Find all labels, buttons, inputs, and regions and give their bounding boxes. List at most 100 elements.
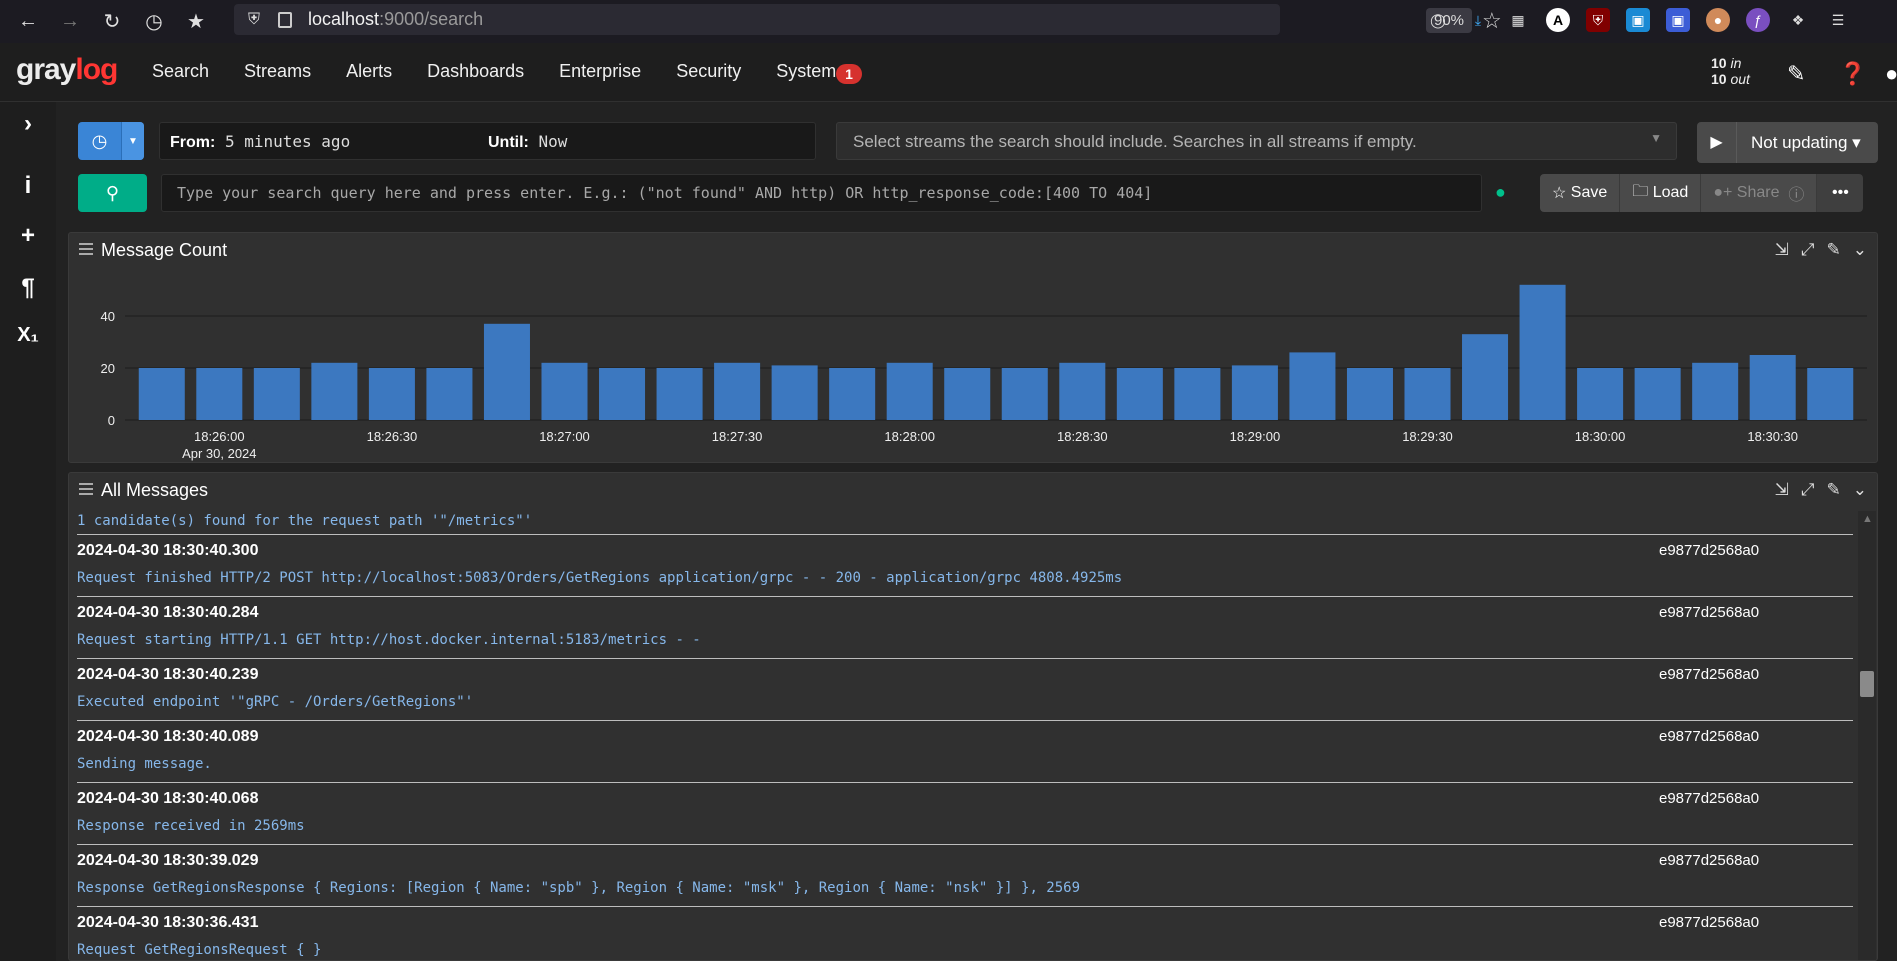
message-text[interactable]: Response received in 2569ms — [77, 818, 305, 834]
x-tick-label: 18:29:30 — [1402, 429, 1453, 444]
y-tick-label: 40 — [101, 309, 115, 324]
question-circle-icon: ⓘ — [1788, 187, 1805, 204]
paragraph-icon[interactable]: ¶ — [14, 274, 42, 302]
nav-security[interactable]: Security — [676, 61, 741, 82]
compress-icon[interactable]: ⇲ — [1775, 240, 1789, 260]
save-extension-icon[interactable]: ▣ — [1626, 8, 1650, 32]
account-a-icon[interactable]: A — [1546, 8, 1570, 32]
scroll-up-icon[interactable]: ▲ — [1862, 513, 1873, 525]
caret-down-icon[interactable]: ▼ — [122, 122, 144, 160]
streams-select[interactable]: Select streams the search should include… — [836, 122, 1677, 160]
reader-view-icon[interactable]: ▦ — [1506, 8, 1530, 32]
menu-icon[interactable]: ☰ — [1826, 8, 1850, 32]
message-text[interactable]: Request finished HTTP/2 POST http://loca… — [77, 570, 1122, 586]
message-row[interactable]: 2024-04-30 18:30:40.284 e9877d2568a0 Reque… — [77, 597, 1853, 659]
message-row[interactable]: 2024-04-30 18:30:40.300 e9877d2568a0 Reque… — [77, 535, 1853, 597]
play-icon[interactable]: ▶ — [1697, 122, 1737, 163]
message-row[interactable]: 2024-04-30 18:30:36.431 e9877d2568a0 Reque… — [77, 907, 1853, 960]
plus-icon[interactable]: + — [14, 222, 42, 250]
pocket-icon[interactable]: ◯ — [1426, 8, 1450, 32]
notification-badge[interactable]: 1 — [836, 64, 862, 84]
script-extension-icon[interactable]: ƒ — [1746, 8, 1770, 32]
chart-bar — [1634, 368, 1681, 420]
drag-handle-icon[interactable] — [79, 483, 93, 498]
compress-icon[interactable]: ⇲ — [1775, 480, 1789, 500]
reload-icon[interactable]: ↻ — [98, 8, 126, 36]
search-button[interactable]: ⚲ — [78, 174, 147, 212]
clock-icon[interactable]: ◷ — [78, 122, 122, 160]
edit-icon[interactable]: ✎ — [1787, 61, 1805, 87]
message-source[interactable]: e9877d2568a0 — [1659, 728, 1759, 745]
floppy-extension-icon[interactable]: ▣ — [1666, 8, 1690, 32]
time-range-display[interactable]: From: 5 minutes ago Until: Now — [159, 122, 816, 160]
share-button[interactable]: ●+ Share ⓘ — [1701, 174, 1818, 212]
message-source[interactable]: e9877d2568a0 — [1659, 852, 1759, 869]
chevron-down-icon[interactable]: ⌄ — [1853, 240, 1867, 260]
message-row[interactable]: 2024-04-30 18:30:40.068 e9877d2568a0 Respo… — [77, 783, 1853, 845]
all-messages-widget: All Messages ⇲ ⤢ ✎ ⌄ 1 candidate(s) foun… — [68, 472, 1878, 961]
message-text[interactable]: Request GetRegionsRequest { } — [77, 942, 321, 958]
y-tick-label: 20 — [101, 361, 115, 376]
expand-icon[interactable]: ⤢ — [1801, 240, 1815, 260]
chart-bar — [196, 368, 243, 420]
nav-dashboards[interactable]: Dashboards — [427, 61, 524, 82]
message-source[interactable]: e9877d2568a0 — [1659, 604, 1759, 621]
chevron-down-icon[interactable]: ⌄ — [1853, 480, 1867, 500]
user-icon[interactable]: ● — [1885, 61, 1897, 87]
message-source[interactable]: e9877d2568a0 — [1659, 790, 1759, 807]
nav-alerts[interactable]: Alerts — [346, 61, 392, 82]
message-row[interactable]: 2024-04-30 18:30:39.029 e9877d2568a0 Respo… — [77, 845, 1853, 907]
nav-search[interactable]: Search — [152, 61, 209, 82]
message-text[interactable]: Response GetRegionsResponse { Regions: [… — [77, 880, 1080, 896]
expand-icon[interactable]: ⤢ — [1801, 480, 1815, 500]
history-icon[interactable]: ◷ — [140, 8, 168, 36]
scrollbar-thumb[interactable] — [1860, 671, 1874, 697]
help-icon[interactable]: ❓ — [1839, 61, 1866, 87]
throughput-indicator[interactable]: 10 in 10 out — [1711, 55, 1750, 87]
message-row[interactable]: 2024-04-30 18:30:40.089 e9877d2568a0 Sendi… — [77, 721, 1853, 783]
puzzle-icon[interactable]: ❖ — [1786, 8, 1810, 32]
message-row[interactable]: 2024-04-30 18:30:40.239 e9877d2568a0 Execu… — [77, 659, 1853, 721]
load-button[interactable]: 🗀 Load — [1620, 174, 1702, 212]
x-tick-label: 18:27:30 — [712, 429, 763, 444]
edit-icon[interactable]: ✎ — [1827, 240, 1841, 260]
message-source[interactable]: e9877d2568a0 — [1659, 542, 1759, 559]
message-text[interactable]: 1 candidate(s) found for the request pat… — [77, 511, 1853, 535]
info-icon[interactable]: i — [14, 172, 42, 200]
avatar-extension-icon[interactable]: ● — [1706, 8, 1730, 32]
message-timestamp: 2024-04-30 18:30:40.239 — [77, 666, 259, 683]
message-source[interactable]: e9877d2568a0 — [1659, 914, 1759, 931]
back-arrow-icon[interactable]: ← — [14, 8, 42, 36]
update-label[interactable]: Not updating ▾ — [1751, 133, 1861, 153]
graylog-logo[interactable]: graylog — [16, 53, 118, 87]
shield-icon[interactable]: ⛨ — [248, 11, 260, 29]
chart-bar — [656, 368, 703, 420]
search-query-input[interactable]: Type your search query here and press en… — [161, 174, 1482, 212]
scrollbar[interactable]: ▲ — [1858, 511, 1876, 960]
forward-arrow-icon[interactable]: → — [56, 8, 84, 36]
chart-bar — [886, 362, 933, 420]
download-icon[interactable]: ⤓ — [1466, 8, 1490, 32]
url-text[interactable]: localhost:9000/search — [308, 9, 483, 30]
chart-bar — [1059, 362, 1106, 420]
message-text[interactable]: Executed endpoint '"gRPC - /Orders/GetRe… — [77, 694, 473, 710]
nav-enterprise[interactable]: Enterprise — [559, 61, 641, 82]
chart-bar — [138, 368, 185, 420]
subscript-icon[interactable]: X₁ — [14, 324, 42, 347]
bookmark-manager-icon[interactable]: ★ — [182, 8, 210, 36]
drag-handle-icon[interactable] — [79, 243, 93, 258]
nav-streams[interactable]: Streams — [244, 61, 311, 82]
edit-icon[interactable]: ✎ — [1827, 480, 1841, 500]
ublock-icon[interactable]: ⛨ — [1586, 8, 1610, 32]
save-button[interactable]: ☆ Save — [1540, 174, 1621, 212]
message-text[interactable]: Request starting HTTP/1.1 GET http://hos… — [77, 632, 701, 648]
lightbulb-icon[interactable]: ● — [1495, 182, 1506, 203]
message-text[interactable]: Sending message. — [77, 756, 212, 772]
message-source[interactable]: e9877d2568a0 — [1659, 666, 1759, 683]
time-range-button[interactable]: ◷ ▼ — [78, 122, 144, 160]
url-bar[interactable]: ⛨ localhost:9000/search 90% ☆ — [234, 4, 1502, 35]
refresh-control[interactable]: ▶ Not updating ▾ — [1697, 122, 1878, 163]
dropdown-arrow-icon[interactable]: ▼ — [1650, 131, 1662, 145]
more-actions-button[interactable]: ••• — [1817, 174, 1864, 212]
chevron-right-icon[interactable]: › — [14, 110, 42, 138]
